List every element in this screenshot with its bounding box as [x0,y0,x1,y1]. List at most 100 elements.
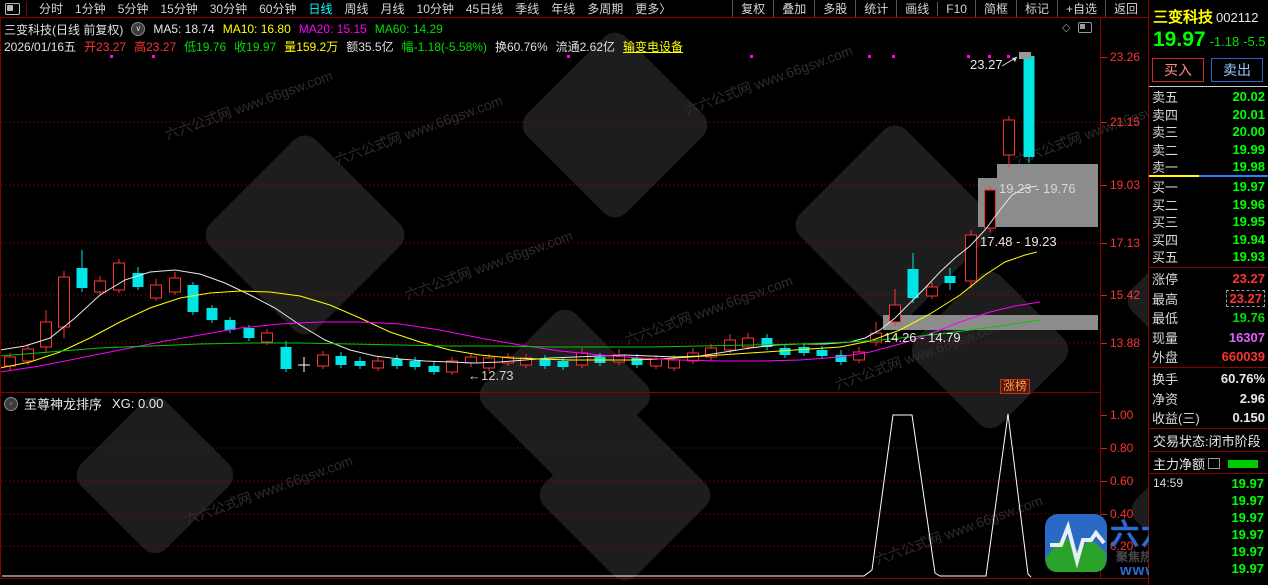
tool-标记[interactable]: 标记 [1016,0,1057,17]
ohlc-segment: 幅-1.18(-5.58%) [402,38,487,55]
period-tab-周线[interactable]: 周线 [338,0,374,17]
buy-button[interactable]: 买入 [1152,58,1204,82]
axis-label: 0.80 [1110,441,1133,455]
tool-复权[interactable]: 复权 [732,0,773,17]
chart-right-border [1100,18,1101,578]
bottom-border [0,578,1148,579]
level-row-卖四[interactable]: 卖四20.01 [1149,106,1268,124]
trading-app: 六六公式网 www.66gsw.com六六公式网 www.66gsw.com六六… [0,0,1268,585]
sell-levels: 卖五20.02卖四20.01卖三20.00卖二19.99卖一19.98 [1149,88,1268,176]
chart-title-row: 三变科技(日线 前复权) ∨ MA5: 18.74MA10: 16.80MA20… [4,20,451,38]
period-tab-30分钟[interactable]: 30分钟 [204,0,253,17]
axis-label: 0.60 [1110,474,1133,488]
axis-label: 19.03 [1110,178,1140,192]
top-menubar: 分时1分钟5分钟15分钟30分钟60分钟日线周线月线10分钟45日线季线年线多周… [0,0,1148,18]
period-tab-分时[interactable]: 分时 [33,0,69,17]
period-tab-年线[interactable]: 年线 [545,0,581,17]
level-row-卖二[interactable]: 卖二19.99 [1149,141,1268,159]
chart-left-border [0,18,1,578]
axis-label: 15.42 [1110,288,1140,302]
buy-levels: 买一19.97买二19.96买三19.95买四19.94买五19.93 [1149,178,1268,266]
indicator-title: 至尊神龙排序 [24,394,102,413]
quote-divider [1149,267,1268,268]
tool-F10[interactable]: F10 [937,2,975,16]
axis-label: 23.26 [1110,50,1140,64]
indicator-header: ◦ 至尊神龙排序 XG: 0.00 [4,394,163,413]
ohlc-segment: 流通2.62亿 [556,38,615,55]
ma-label: MA60: 14.29 [375,22,443,36]
axis-label: 21.15 [1110,115,1140,129]
tick-row: 19.97 [1149,544,1268,561]
period-tab-日线[interactable]: 日线 [302,0,338,17]
tool-多股[interactable]: 多股 [814,0,855,17]
level-row-卖一[interactable]: 卖一19.98 [1149,158,1268,176]
ohlc-info-row: 2026/01/16五开23.27高23.27低19.76收19.97量159.… [4,38,691,55]
indicator-xg-value: XG: 0.00 [112,396,163,411]
annotation-label: ←12.73 [468,368,514,383]
tool-+自选[interactable]: +自选 [1057,0,1105,17]
quote-panel: 三变科技002112 19.97-1.18-5.5 买入 卖出 卖五20.02卖… [1149,0,1268,585]
stat-row-外盘: 外盘660039 [1149,347,1268,367]
ohlc-segment: 额35.5亿 [346,38,393,55]
axis-label: 1.00 [1110,408,1133,422]
period-tab-5分钟[interactable]: 5分钟 [112,0,155,17]
period-tab-60分钟[interactable]: 60分钟 [253,0,302,17]
tool-叠加[interactable]: 叠加 [773,0,814,17]
level-row-买三[interactable]: 买三19.95 [1149,213,1268,231]
tool-返回[interactable]: 返回 [1105,0,1146,17]
tool-统计[interactable]: 统计 [855,0,896,17]
axis-label: 17.13 [1110,236,1140,250]
period-tab-季线[interactable]: 季线 [509,0,545,17]
level-row-买四[interactable]: 买四19.94 [1149,231,1268,249]
level-row-买五[interactable]: 买五19.93 [1149,248,1268,266]
diamond-icon[interactable]: ◇ [1062,21,1070,34]
period-tab-10分钟[interactable]: 10分钟 [411,0,460,17]
period-tab-更多〉[interactable]: 更多〉 [629,0,677,17]
period-tab-1分钟[interactable]: 1分钟 [69,0,112,17]
trade-status: 交易状态:闭市阶段 [1153,431,1265,450]
ohlc-segment: 开23.27 [84,38,126,55]
tool-画线[interactable]: 画线 [896,0,937,17]
level-row-买二[interactable]: 买二19.96 [1149,196,1268,214]
period-tab-15分钟[interactable]: 15分钟 [154,0,203,17]
period-menu: 分时1分钟5分钟15分钟30分钟60分钟日线周线月线10分钟45日线季线年线多周… [33,0,677,17]
ohlc-segment: 2026/01/16五 [4,38,76,55]
ma-label: MA10: 16.80 [223,22,291,36]
list-icon[interactable] [1208,458,1220,469]
annotation-label: 19.23 - 19.76 [999,181,1076,196]
tick-row: 14:5919.97 [1149,476,1268,493]
annotation-label: 14.26 - 14.79 [884,330,961,345]
split-window-icon[interactable] [1078,22,1092,36]
level-row-卖五[interactable]: 卖五20.02 [1149,88,1268,106]
tick-row: 19.97 [1149,493,1268,510]
ohlc-segment: 高23.27 [134,38,176,55]
axis-label: 13.88 [1110,336,1140,350]
tick-row: 19.97 [1149,527,1268,544]
info-row-换手: 换手60.76% [1149,369,1268,389]
tick-list[interactable]: 14:5919.9719.9719.9719.9719.9719.97 [1149,476,1268,578]
quote-divider [1149,473,1268,474]
stock-code: 002112 [1216,10,1258,25]
sell-button[interactable]: 卖出 [1211,58,1263,82]
rank-badge[interactable]: 涨榜 [1000,379,1030,394]
period-tab-45日线[interactable]: 45日线 [460,0,509,17]
level-row-卖三[interactable]: 卖三20.00 [1149,123,1268,141]
main-flow-bar [1228,460,1258,468]
stat-rows: 涨停23.27最高23.27最低19.76现量16307外盘660039 [1149,269,1268,367]
info-row-净资: 净资2.96 [1149,389,1268,409]
level-row-买一[interactable]: 买一19.97 [1149,178,1268,196]
last-price: 19.97 [1153,28,1206,51]
quote-divider [1149,451,1268,452]
tool-menu: 复权叠加多股统计画线F10简框标记+自选返回 [732,0,1146,17]
info-rows: 换手60.76%净资2.96收益(三)0.150 [1149,369,1268,428]
quote-divider [1149,367,1268,368]
chevron-down-icon[interactable]: ∨ [131,22,145,36]
clock-icon[interactable]: ◦ [4,397,18,411]
period-tab-月线[interactable]: 月线 [375,0,411,17]
ma-labels: MA5: 18.74MA10: 16.80MA20: 15.15MA60: 14… [153,20,451,38]
annotation-label: 23.27 [970,57,1003,72]
tool-简框[interactable]: 简框 [975,0,1016,17]
layout-window-icon[interactable] [5,3,20,15]
period-tab-多周期[interactable]: 多周期 [581,0,629,17]
quote-divider [1149,428,1268,429]
